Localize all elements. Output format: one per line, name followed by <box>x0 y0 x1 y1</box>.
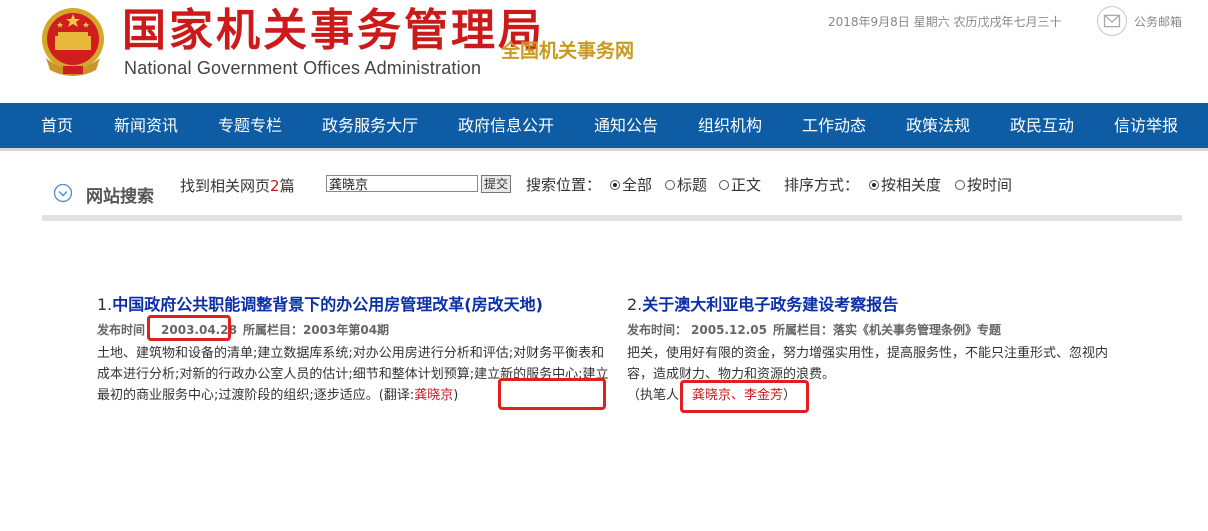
result-count-prefix: 找到相关网页 <box>180 177 271 195</box>
radio-sort-relevance[interactable]: 按相关度 <box>869 174 941 195</box>
main-nav: 首页 新闻资讯 专题专栏 政务服务大厅 政府信息公开 通知公告 组织机构 工作动… <box>0 103 1208 151</box>
result-index: 2. <box>627 295 643 314</box>
credit-prefix: (翻译: <box>378 388 415 403</box>
radio-label: 全部 <box>622 176 653 194</box>
nav-item-organization[interactable]: 组织机构 <box>698 103 762 148</box>
result-title-link[interactable]: 关于澳大利亚电子政务建设考察报告 <box>642 295 898 314</box>
highlight-box-translator <box>498 378 606 410</box>
radio-unselected-icon <box>955 180 965 190</box>
search-title: 网站搜索 <box>86 187 154 207</box>
result-count-suffix: 篇 <box>279 177 295 195</box>
result-meta: 发布时间： 2005.12.05 所属栏目：落实《机关事务管理条例》专题 <box>627 322 1122 338</box>
result-count: 找到相关网页2篇 <box>180 175 295 196</box>
result-count-number: 2 <box>270 177 280 195</box>
site-header: 国家机关事务管理局 National Government Offices Ad… <box>0 0 1208 103</box>
radio-unselected-icon <box>719 180 729 190</box>
date-display: 2018年9月8日 星期六 农历戊戌年七月三十 <box>828 15 1062 29</box>
mail-icon[interactable] <box>1097 6 1127 36</box>
radio-selected-icon <box>610 180 620 190</box>
search-position-label: 搜索位置： <box>526 176 602 194</box>
sort-label: 排序方式： <box>784 176 860 194</box>
site-title-cn[interactable]: 国家机关事务管理局 <box>122 4 545 58</box>
result-title-link[interactable]: 中国政府公共职能调整背景下的办公用房管理改革(房改天地) <box>112 295 543 314</box>
nav-item-work-updates[interactable]: 工作动态 <box>802 103 866 148</box>
search-input[interactable] <box>326 175 478 192</box>
radio-label: 按相关度 <box>881 176 942 194</box>
radio-position-all[interactable]: 全部 <box>610 174 652 195</box>
result-column: 落实《机关事务管理条例》专题 <box>832 323 1001 337</box>
nav-item-home[interactable]: 首页 <box>41 103 73 148</box>
site-network-name: 全国机关事务网 <box>501 40 635 62</box>
radio-label: 按时间 <box>967 176 1013 194</box>
search-divider <box>42 215 1182 221</box>
result-date: 2005.12.05 <box>691 323 767 337</box>
credit-name: 龚晓京 <box>414 388 454 403</box>
site-title-en: National Government Offices Administrati… <box>124 58 482 78</box>
national-emblem-icon[interactable] <box>38 6 108 78</box>
mail-link[interactable]: 公务邮箱 <box>1134 13 1182 30</box>
radio-selected-icon <box>869 180 879 190</box>
result-column: 2003年第04期 <box>302 323 390 337</box>
submit-button[interactable]: 提交 <box>481 175 511 193</box>
nav-item-news[interactable]: 新闻资讯 <box>114 103 178 148</box>
column-label: 所属栏目： <box>242 323 303 337</box>
result-title[interactable]: 2.关于澳大利亚电子政务建设考察报告 <box>627 294 1122 316</box>
radio-position-body[interactable]: 正文 <box>719 174 761 195</box>
result-title[interactable]: 1.中国政府公共职能调整背景下的办公用房管理改革(房改天地) <box>97 294 612 316</box>
chevron-down-circle-icon <box>53 183 73 203</box>
radio-label: 标题 <box>677 176 708 194</box>
nav-item-policies[interactable]: 政策法规 <box>906 103 970 148</box>
nav-item-info-disclosure[interactable]: 政府信息公开 <box>458 103 554 148</box>
result-index: 1. <box>97 295 113 314</box>
nav-item-notices[interactable]: 通知公告 <box>594 103 658 148</box>
column-label: 所属栏目： <box>772 323 833 337</box>
result-snippet-text: 把关，使用好有限的资金，努力增强实用性，提高服务性，不能只注重形式、忽视内容，造… <box>627 346 1109 382</box>
radio-position-title[interactable]: 标题 <box>665 174 707 195</box>
credit-suffix: ) <box>453 388 459 403</box>
search-bar: 网站搜索 找到相关网页2篇 提交 搜索位置： 全部 标题 正文 排序方式： 按相… <box>42 151 1182 221</box>
highlight-box-authors <box>680 380 809 413</box>
nav-item-topics[interactable]: 专题专栏 <box>218 103 282 148</box>
date-label: 发布时间： <box>627 323 688 337</box>
nav-item-interaction[interactable]: 政民互动 <box>1010 103 1074 148</box>
radio-unselected-icon <box>665 180 675 190</box>
highlight-box-date <box>147 315 231 341</box>
nav-item-petitions[interactable]: 信访举报 <box>1114 103 1178 148</box>
radio-label: 正文 <box>731 176 762 194</box>
radio-sort-time[interactable]: 按时间 <box>955 174 1012 195</box>
nav-item-service-hall[interactable]: 政务服务大厅 <box>322 103 418 148</box>
